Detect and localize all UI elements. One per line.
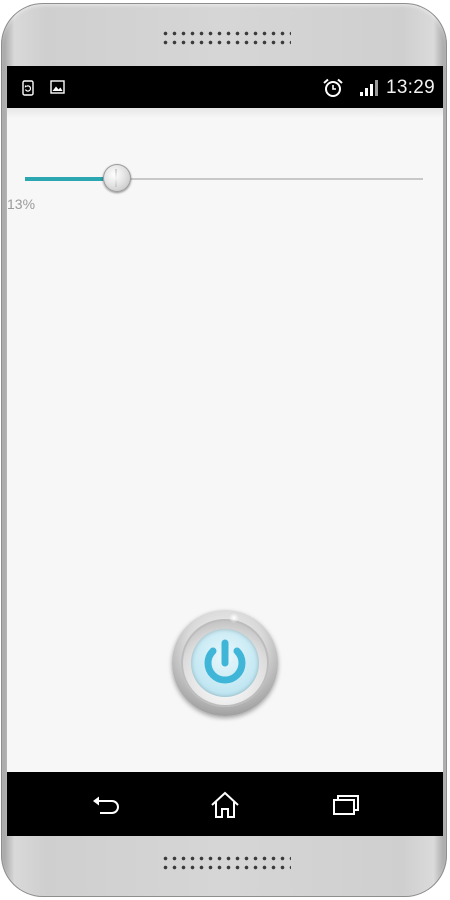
- home-icon: [211, 791, 239, 818]
- signal-strength-icon: [359, 79, 379, 102]
- status-bar: 13:29: [7, 66, 443, 108]
- image-icon: [50, 80, 65, 99]
- status-time: 13:29: [385, 77, 435, 98]
- content-top-shadow: [7, 108, 443, 118]
- brightness-slider[interactable]: [25, 164, 423, 192]
- recent-apps-button[interactable]: [325, 788, 365, 822]
- bottom-speaker-grille: [161, 854, 291, 872]
- phone-screen: 13:29 13%: [7, 66, 443, 836]
- brightness-value-label: 13%: [7, 196, 36, 212]
- app-content: 13%: [7, 108, 443, 772]
- back-button[interactable]: [87, 788, 127, 822]
- power-button-sparkle: [229, 613, 239, 623]
- alarm-clock-icon: [322, 78, 344, 103]
- power-button[interactable]: [172, 610, 278, 716]
- recent-apps-icon: [333, 795, 359, 815]
- brightness-slider-thumb[interactable]: [103, 164, 131, 192]
- navigation-bar: [7, 772, 443, 836]
- screen-rotation-icon: [21, 80, 35, 101]
- power-button-core: [191, 629, 259, 697]
- power-icon: [204, 639, 246, 684]
- top-speaker-grille: [161, 29, 291, 47]
- home-button[interactable]: [205, 788, 245, 822]
- back-icon: [93, 796, 119, 814]
